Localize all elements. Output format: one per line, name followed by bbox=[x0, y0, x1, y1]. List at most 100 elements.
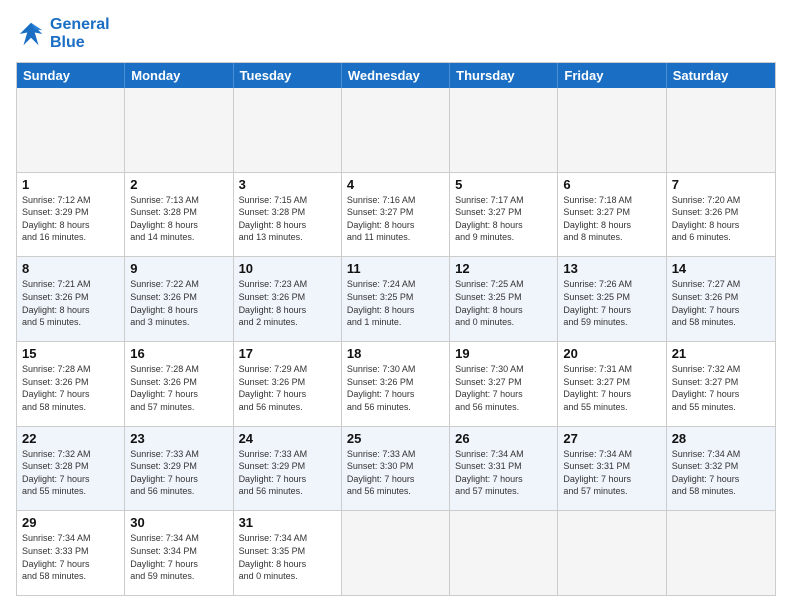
calendar-row-0 bbox=[17, 88, 775, 172]
calendar-row-3: 15 Sunrise: 7:28 AM Sunset: 3:26 PM Dayli… bbox=[17, 341, 775, 426]
day-number: 5 bbox=[455, 177, 552, 192]
day-info: Sunrise: 7:34 AM Sunset: 3:32 PM Dayligh… bbox=[672, 448, 770, 498]
calendar-row-4: 22 Sunrise: 7:32 AM Sunset: 3:28 PM Dayli… bbox=[17, 426, 775, 511]
day-number: 6 bbox=[563, 177, 660, 192]
day-number: 25 bbox=[347, 431, 444, 446]
logo-text: General Blue bbox=[50, 16, 110, 52]
calendar-cell-empty-6 bbox=[667, 511, 775, 595]
day-number: 31 bbox=[239, 515, 336, 530]
day-number: 16 bbox=[130, 346, 227, 361]
calendar-body: 1Sunrise: 7:12 AM Sunset: 3:29 PM Daylig… bbox=[17, 88, 775, 595]
day-number: 20 bbox=[563, 346, 660, 361]
day-number: 12 bbox=[455, 261, 552, 276]
day-number: 18 bbox=[347, 346, 444, 361]
day-number: 7 bbox=[672, 177, 770, 192]
calendar-cell-7: 7Sunrise: 7:20 AM Sunset: 3:26 PM Daylig… bbox=[667, 173, 775, 257]
day-info: Sunrise: 7:31 AM Sunset: 3:27 PM Dayligh… bbox=[563, 363, 660, 413]
page: General Blue SundayMondayTuesdayWednesda… bbox=[0, 0, 792, 612]
day-number: 3 bbox=[239, 177, 336, 192]
day-info: Sunrise: 7:15 AM Sunset: 3:28 PM Dayligh… bbox=[239, 194, 336, 244]
day-info: Sunrise: 7:28 AM Sunset: 3:26 PM Dayligh… bbox=[130, 363, 227, 413]
calendar-cell-16: 16 Sunrise: 7:28 AM Sunset: 3:26 PM Dayli… bbox=[125, 342, 233, 426]
calendar-cell-empty-3 bbox=[342, 88, 450, 172]
calendar-cell-28: 28 Sunrise: 7:34 AM Sunset: 3:32 PM Dayli… bbox=[667, 427, 775, 511]
calendar-cell-empty-1 bbox=[125, 88, 233, 172]
day-number: 24 bbox=[239, 431, 336, 446]
calendar-cell-5: 5Sunrise: 7:17 AM Sunset: 3:27 PM Daylig… bbox=[450, 173, 558, 257]
calendar-cell-empty-6 bbox=[667, 88, 775, 172]
calendar-cell-6: 6 Sunrise: 7:18 AM Sunset: 3:27 PM Daylig… bbox=[558, 173, 666, 257]
header: General Blue bbox=[16, 16, 776, 52]
day-info: Sunrise: 7:18 AM Sunset: 3:27 PM Dayligh… bbox=[563, 194, 660, 244]
calendar-cell-8: 8Sunrise: 7:21 AM Sunset: 3:26 PM Daylig… bbox=[17, 257, 125, 341]
day-number: 28 bbox=[672, 431, 770, 446]
calendar-cell-2: 2 Sunrise: 7:13 AM Sunset: 3:28 PM Daylig… bbox=[125, 173, 233, 257]
calendar-cell-3: 3 Sunrise: 7:15 AM Sunset: 3:28 PM Daylig… bbox=[234, 173, 342, 257]
day-header-thursday: Thursday bbox=[450, 63, 558, 88]
day-info: Sunrise: 7:26 AM Sunset: 3:25 PM Dayligh… bbox=[563, 278, 660, 328]
day-info: Sunrise: 7:34 AM Sunset: 3:31 PM Dayligh… bbox=[455, 448, 552, 498]
calendar-cell-1: 1Sunrise: 7:12 AM Sunset: 3:29 PM Daylig… bbox=[17, 173, 125, 257]
calendar-cell-25: 25 Sunrise: 7:33 AM Sunset: 3:30 PM Dayli… bbox=[342, 427, 450, 511]
day-number: 2 bbox=[130, 177, 227, 192]
day-info: Sunrise: 7:34 AM Sunset: 3:35 PM Dayligh… bbox=[239, 532, 336, 582]
day-info: Sunrise: 7:33 AM Sunset: 3:29 PM Dayligh… bbox=[130, 448, 227, 498]
day-number: 23 bbox=[130, 431, 227, 446]
calendar-cell-empty-2 bbox=[234, 88, 342, 172]
calendar-cell-15: 15 Sunrise: 7:28 AM Sunset: 3:26 PM Dayli… bbox=[17, 342, 125, 426]
calendar-cell-20: 20 Sunrise: 7:31 AM Sunset: 3:27 PM Dayli… bbox=[558, 342, 666, 426]
calendar-cell-24: 24Sunrise: 7:33 AM Sunset: 3:29 PM Dayli… bbox=[234, 427, 342, 511]
day-info: Sunrise: 7:34 AM Sunset: 3:31 PM Dayligh… bbox=[563, 448, 660, 498]
calendar-cell-empty-0 bbox=[17, 88, 125, 172]
logo: General Blue bbox=[16, 16, 110, 52]
calendar-cell-31: 31 Sunrise: 7:34 AM Sunset: 3:35 PM Dayli… bbox=[234, 511, 342, 595]
calendar-cell-22: 22 Sunrise: 7:32 AM Sunset: 3:28 PM Dayli… bbox=[17, 427, 125, 511]
calendar-cell-4: 4 Sunrise: 7:16 AM Sunset: 3:27 PM Daylig… bbox=[342, 173, 450, 257]
day-header-sunday: Sunday bbox=[17, 63, 125, 88]
day-number: 15 bbox=[22, 346, 119, 361]
day-info: Sunrise: 7:34 AM Sunset: 3:34 PM Dayligh… bbox=[130, 532, 227, 582]
calendar-cell-empty-4 bbox=[450, 88, 558, 172]
calendar-cell-19: 19Sunrise: 7:30 AM Sunset: 3:27 PM Dayli… bbox=[450, 342, 558, 426]
day-info: Sunrise: 7:13 AM Sunset: 3:28 PM Dayligh… bbox=[130, 194, 227, 244]
day-number: 1 bbox=[22, 177, 119, 192]
calendar-cell-30: 30Sunrise: 7:34 AM Sunset: 3:34 PM Dayli… bbox=[125, 511, 233, 595]
calendar-cell-26: 26 Sunrise: 7:34 AM Sunset: 3:31 PM Dayli… bbox=[450, 427, 558, 511]
calendar-cell-27: 27 Sunrise: 7:34 AM Sunset: 3:31 PM Dayli… bbox=[558, 427, 666, 511]
calendar-cell-29: 29Sunrise: 7:34 AM Sunset: 3:33 PM Dayli… bbox=[17, 511, 125, 595]
day-number: 14 bbox=[672, 261, 770, 276]
calendar-cell-empty-5 bbox=[558, 511, 666, 595]
day-header-saturday: Saturday bbox=[667, 63, 775, 88]
day-info: Sunrise: 7:29 AM Sunset: 3:26 PM Dayligh… bbox=[239, 363, 336, 413]
day-number: 22 bbox=[22, 431, 119, 446]
day-number: 9 bbox=[130, 261, 227, 276]
calendar-row-5: 29Sunrise: 7:34 AM Sunset: 3:33 PM Dayli… bbox=[17, 510, 775, 595]
day-info: Sunrise: 7:28 AM Sunset: 3:26 PM Dayligh… bbox=[22, 363, 119, 413]
day-header-wednesday: Wednesday bbox=[342, 63, 450, 88]
day-header-tuesday: Tuesday bbox=[234, 63, 342, 88]
calendar-cell-13: 13 Sunrise: 7:26 AM Sunset: 3:25 PM Dayli… bbox=[558, 257, 666, 341]
calendar-cell-10: 10 Sunrise: 7:23 AM Sunset: 3:26 PM Dayli… bbox=[234, 257, 342, 341]
day-info: Sunrise: 7:22 AM Sunset: 3:26 PM Dayligh… bbox=[130, 278, 227, 328]
day-info: Sunrise: 7:23 AM Sunset: 3:26 PM Dayligh… bbox=[239, 278, 336, 328]
calendar-cell-17: 17Sunrise: 7:29 AM Sunset: 3:26 PM Dayli… bbox=[234, 342, 342, 426]
day-number: 26 bbox=[455, 431, 552, 446]
day-info: Sunrise: 7:16 AM Sunset: 3:27 PM Dayligh… bbox=[347, 194, 444, 244]
calendar-cell-23: 23 Sunrise: 7:33 AM Sunset: 3:29 PM Dayli… bbox=[125, 427, 233, 511]
logo-icon bbox=[16, 19, 46, 49]
day-info: Sunrise: 7:33 AM Sunset: 3:30 PM Dayligh… bbox=[347, 448, 444, 498]
calendar-cell-21: 21Sunrise: 7:32 AM Sunset: 3:27 PM Dayli… bbox=[667, 342, 775, 426]
day-info: Sunrise: 7:32 AM Sunset: 3:28 PM Dayligh… bbox=[22, 448, 119, 498]
day-number: 11 bbox=[347, 261, 444, 276]
calendar: SundayMondayTuesdayWednesdayThursdayFrid… bbox=[16, 62, 776, 596]
day-number: 13 bbox=[563, 261, 660, 276]
day-info: Sunrise: 7:21 AM Sunset: 3:26 PM Dayligh… bbox=[22, 278, 119, 328]
calendar-cell-12: 12Sunrise: 7:25 AM Sunset: 3:25 PM Dayli… bbox=[450, 257, 558, 341]
day-number: 19 bbox=[455, 346, 552, 361]
day-number: 10 bbox=[239, 261, 336, 276]
day-number: 27 bbox=[563, 431, 660, 446]
calendar-cell-empty-3 bbox=[342, 511, 450, 595]
day-number: 4 bbox=[347, 177, 444, 192]
day-header-friday: Friday bbox=[558, 63, 666, 88]
calendar-row-2: 8Sunrise: 7:21 AM Sunset: 3:26 PM Daylig… bbox=[17, 256, 775, 341]
